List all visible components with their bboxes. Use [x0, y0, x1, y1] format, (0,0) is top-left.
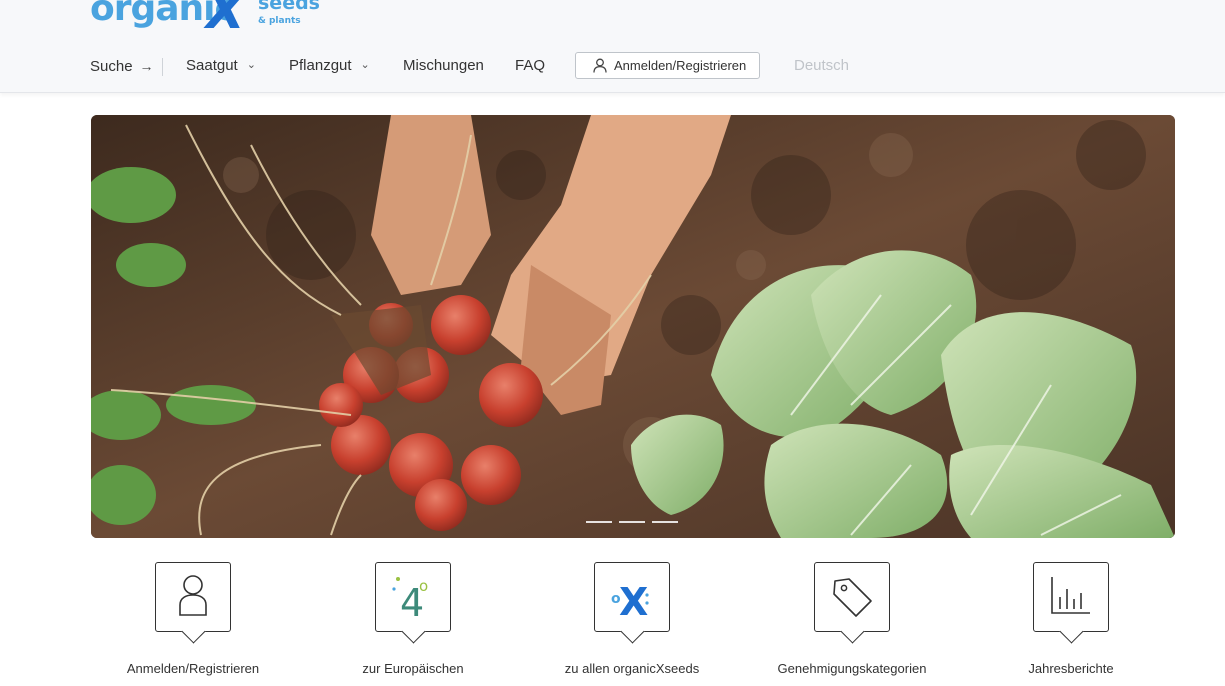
quick-links: Anmelden/Registrieren 4 o zur Europäisch… — [0, 560, 1225, 686]
hero-image — [91, 115, 1175, 538]
site-header: organic X seeds & plants Suche → Saatgut ⌄… — [0, 0, 1225, 93]
chevron-down-icon: ⌄ — [360, 59, 370, 71]
nav-item-label: Pflanzgut — [289, 57, 352, 74]
eu-icon-sub: o — [419, 577, 428, 595]
tile-label: Jahresberichte — [1028, 661, 1114, 676]
carousel-dot[interactable] — [586, 521, 612, 523]
tile-label: Genehmigungskategorien — [777, 661, 927, 676]
carousel-dot[interactable] — [619, 521, 645, 523]
oxs-icon-x: X — [619, 580, 648, 624]
tile-label: Anmelden/Registrieren — [126, 661, 260, 676]
search-label: Suche — [90, 58, 133, 75]
nav-item-label: Saatgut — [186, 57, 238, 74]
logo-seeds: seeds — [258, 0, 320, 14]
arrow-right-icon: → — [139, 58, 154, 74]
logo-x: X — [206, 0, 245, 40]
carousel-dot[interactable] — [652, 521, 678, 523]
tile-label: zur Europäischen — [362, 661, 464, 676]
tile-label: zu allen organicXseeds — [564, 661, 700, 676]
nav-item-saatgut[interactable]: Saatgut ⌄ — [186, 52, 256, 80]
language-selector[interactable]: Deutsch — [794, 52, 849, 80]
login-register-label: Anmelden/Registrieren — [614, 58, 747, 73]
nav-item-pflanzgut[interactable]: Pflanzgut ⌄ — [289, 52, 370, 80]
nav-divider — [162, 58, 163, 76]
nav-item-mischungen[interactable]: Mischungen — [403, 52, 484, 80]
organicxseeds-logo[interactable]: organic X seeds & plants — [90, 0, 320, 40]
oxs-icon-o: o — [611, 591, 621, 607]
logo-plants: & plants — [258, 16, 301, 26]
login-register-button[interactable]: Anmelden/Registrieren — [575, 52, 760, 79]
user-icon — [593, 58, 607, 73]
hero-carousel[interactable] — [91, 115, 1175, 538]
search-link[interactable]: Suche → — [90, 52, 154, 80]
nav-item-faq[interactable]: FAQ — [515, 52, 545, 80]
chevron-down-icon: ⌄ — [246, 59, 256, 71]
